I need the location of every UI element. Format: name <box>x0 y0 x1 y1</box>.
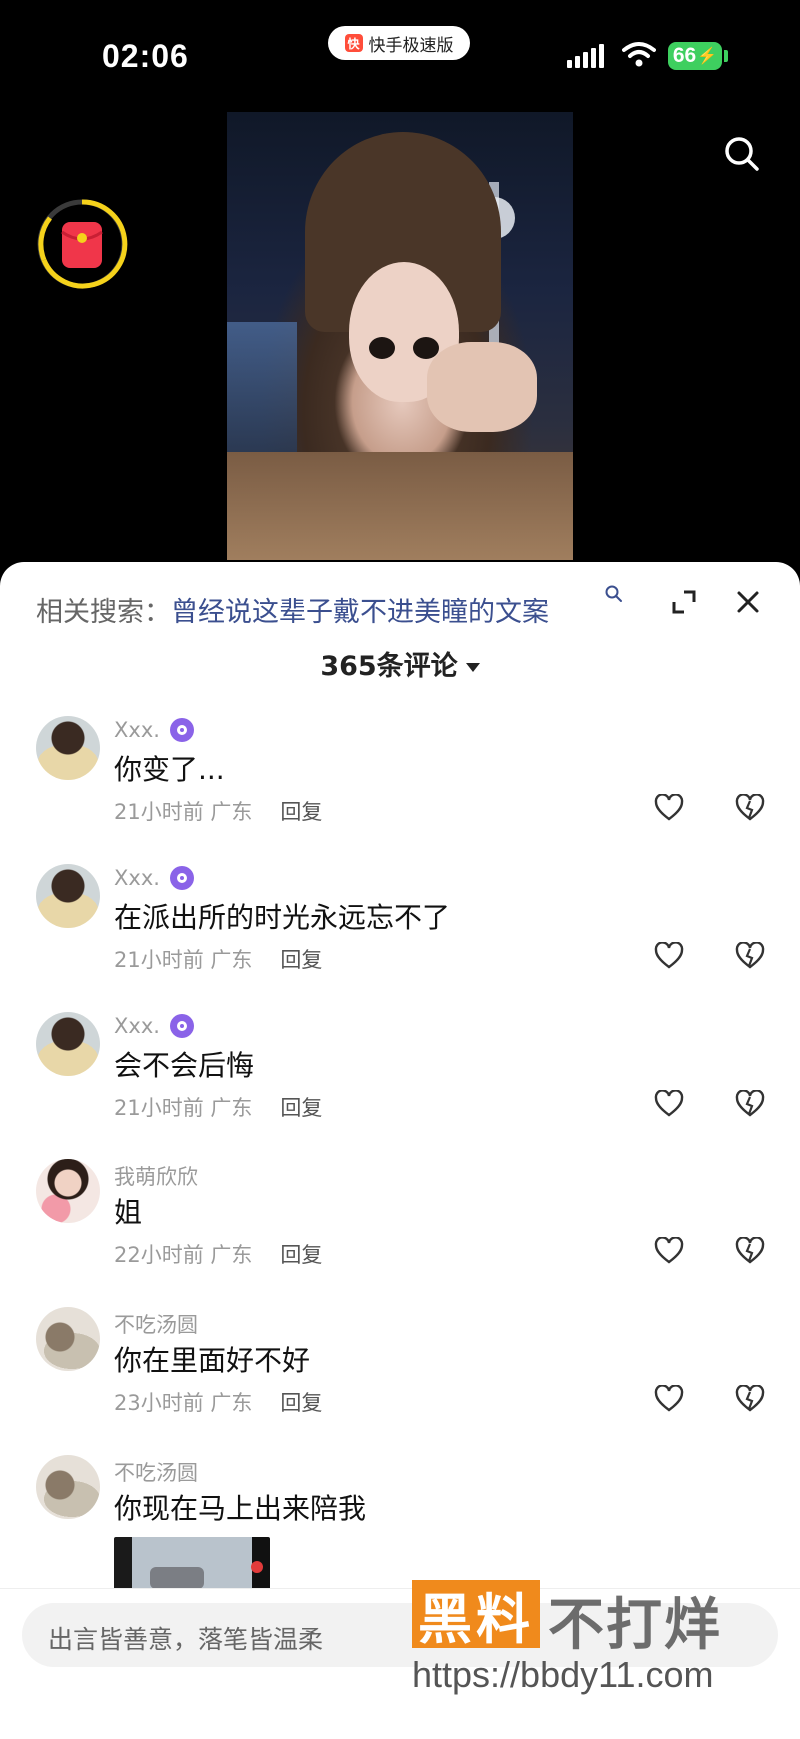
watermark-url: https://bbdy11.com <box>412 1654 714 1695</box>
battery-indicator: 66 ⚡ <box>668 42 722 70</box>
avatar[interactable] <box>36 1455 100 1519</box>
comment-meta: 23小时前 广东 回复 <box>114 1387 322 1417</box>
comment-text: 会不会后悔 <box>114 1049 255 1082</box>
comment-meta: 21小时前 广东 回复 <box>114 1092 322 1122</box>
comment-item: Xxx. 会不会后悔 21小时前 广东 回复 <box>0 1012 800 1152</box>
search-small-icon <box>605 585 622 602</box>
charging-bolt-icon: ⚡ <box>697 48 718 65</box>
battery-tip <box>724 50 728 62</box>
search-icon[interactable] <box>722 134 762 174</box>
watermark-brand-b: 不打烊 <box>548 1593 722 1658</box>
username-text: 我萌欣欣 <box>114 1165 198 1189</box>
comment-text: 你在里面好不好 <box>114 1344 311 1377</box>
avatar[interactable] <box>36 1159 100 1223</box>
video-frame[interactable] <box>227 112 573 560</box>
cellular-signal-icon <box>567 44 604 68</box>
comment-region: 广东 <box>210 800 253 824</box>
comment-text: 你变了... <box>114 753 225 786</box>
comment-time: 21小时前 <box>114 1096 204 1120</box>
reply-button[interactable]: 回复 <box>280 800 322 824</box>
comment-time: 21小时前 <box>114 948 204 972</box>
comment-sheet: 相关搜索：曾经说这辈子戴不进美瞳的文案 365条评论 Xxx. 你变了... 2… <box>0 562 800 1738</box>
video-hand <box>427 342 537 432</box>
comment-username[interactable]: Xxx. <box>114 866 194 890</box>
comment-region: 广东 <box>210 1243 253 1267</box>
verified-badge-icon <box>169 1014 194 1038</box>
like-icon[interactable] <box>654 1237 684 1265</box>
video-eye-left <box>369 337 395 359</box>
avatar[interactable] <box>36 716 100 780</box>
close-icon[interactable] <box>734 588 762 616</box>
related-search-label: 相关搜索： <box>36 597 171 628</box>
dislike-icon[interactable] <box>735 794 765 822</box>
comment-region: 广东 <box>210 1096 253 1120</box>
reply-button[interactable]: 回复 <box>280 948 322 972</box>
like-icon[interactable] <box>654 942 684 970</box>
username-text: Xxx. <box>114 866 160 890</box>
comment-item: Xxx. 在派出所的时光永远忘不了 21小时前 广东 回复 <box>0 864 800 1004</box>
comment-item: Xxx. 你变了... 21小时前 广东 回复 <box>0 716 800 856</box>
username-text: 不吃汤圆 <box>114 1313 198 1337</box>
like-icon[interactable] <box>654 1385 684 1413</box>
like-icon[interactable] <box>654 794 684 822</box>
comment-text: 姐 <box>114 1196 143 1229</box>
thumbnail-car <box>150 1567 204 1589</box>
reply-button[interactable]: 回复 <box>280 1243 322 1267</box>
comment-time: 21小时前 <box>114 800 204 824</box>
verified-badge-icon <box>169 866 194 890</box>
video-sweater <box>227 452 573 560</box>
username-text: Xxx. <box>114 1014 160 1038</box>
comment-username[interactable]: 不吃汤圆 <box>114 1457 198 1487</box>
username-text: Xxx. <box>114 718 160 742</box>
comment-username[interactable]: 我萌欣欣 <box>114 1161 198 1191</box>
app-source-pill[interactable]: 快 快手极速版 <box>328 26 470 60</box>
avatar[interactable] <box>36 864 100 928</box>
caret-down-icon <box>465 663 480 672</box>
kuaishou-logo-icon: 快 <box>344 34 363 52</box>
comment-region: 广东 <box>210 948 253 972</box>
avatar[interactable] <box>36 1307 100 1371</box>
dislike-icon[interactable] <box>735 942 765 970</box>
watermark: 黑料 不打烊 https://bbdy11.com <box>412 1578 782 1738</box>
related-search-query[interactable]: 曾经说这辈子戴不进美瞳的文案 <box>171 597 549 628</box>
username-text: 不吃汤圆 <box>114 1461 198 1485</box>
comment-text: 你现在马上出来陪我 <box>114 1492 367 1525</box>
related-search[interactable]: 相关搜索：曾经说这辈子戴不进美瞳的文案 <box>36 585 622 629</box>
comment-input-placeholder: 出言皆善意，落笔皆温柔 <box>48 1625 324 1654</box>
dislike-icon[interactable] <box>735 1090 765 1118</box>
record-dot-icon <box>251 1561 263 1573</box>
watermark-brand-a: 黑料 <box>412 1580 540 1651</box>
wifi-icon <box>622 42 656 67</box>
comment-time: 22小时前 <box>114 1243 204 1267</box>
battery-level: 66 <box>672 44 697 67</box>
comment-item: 我萌欣欣 姐 22小时前 广东 回复 <box>0 1159 800 1299</box>
verified-badge-icon <box>169 718 194 742</box>
avatar[interactable] <box>36 1012 100 1076</box>
app-name: 快手极速版 <box>368 35 454 56</box>
reply-button[interactable]: 回复 <box>280 1391 322 1415</box>
comment-username[interactable]: 不吃汤圆 <box>114 1309 198 1339</box>
reply-button[interactable]: 回复 <box>280 1096 322 1120</box>
comment-username[interactable]: Xxx. <box>114 1014 194 1038</box>
status-time: 02:06 <box>102 38 189 74</box>
comment-username[interactable]: Xxx. <box>114 718 194 742</box>
like-icon[interactable] <box>654 1090 684 1118</box>
dislike-icon[interactable] <box>735 1237 765 1265</box>
red-packet-icon[interactable] <box>36 198 128 290</box>
comment-count-dropdown[interactable]: 365条评论 <box>0 644 800 683</box>
comment-meta: 21小时前 广东 回复 <box>114 796 322 826</box>
dislike-icon[interactable] <box>735 1385 765 1413</box>
comment-meta: 21小时前 广东 回复 <box>114 944 322 974</box>
comment-meta: 22小时前 广东 回复 <box>114 1239 322 1269</box>
comment-region: 广东 <box>210 1391 253 1415</box>
comment-time: 23小时前 <box>114 1391 204 1415</box>
expand-icon[interactable] <box>670 588 698 616</box>
comment-text: 在派出所的时光永远忘不了 <box>114 901 451 934</box>
comment-count-label: 365条评论 <box>320 651 458 682</box>
comment-item: 不吃汤圆 你在里面好不好 23小时前 广东 回复 <box>0 1307 800 1447</box>
